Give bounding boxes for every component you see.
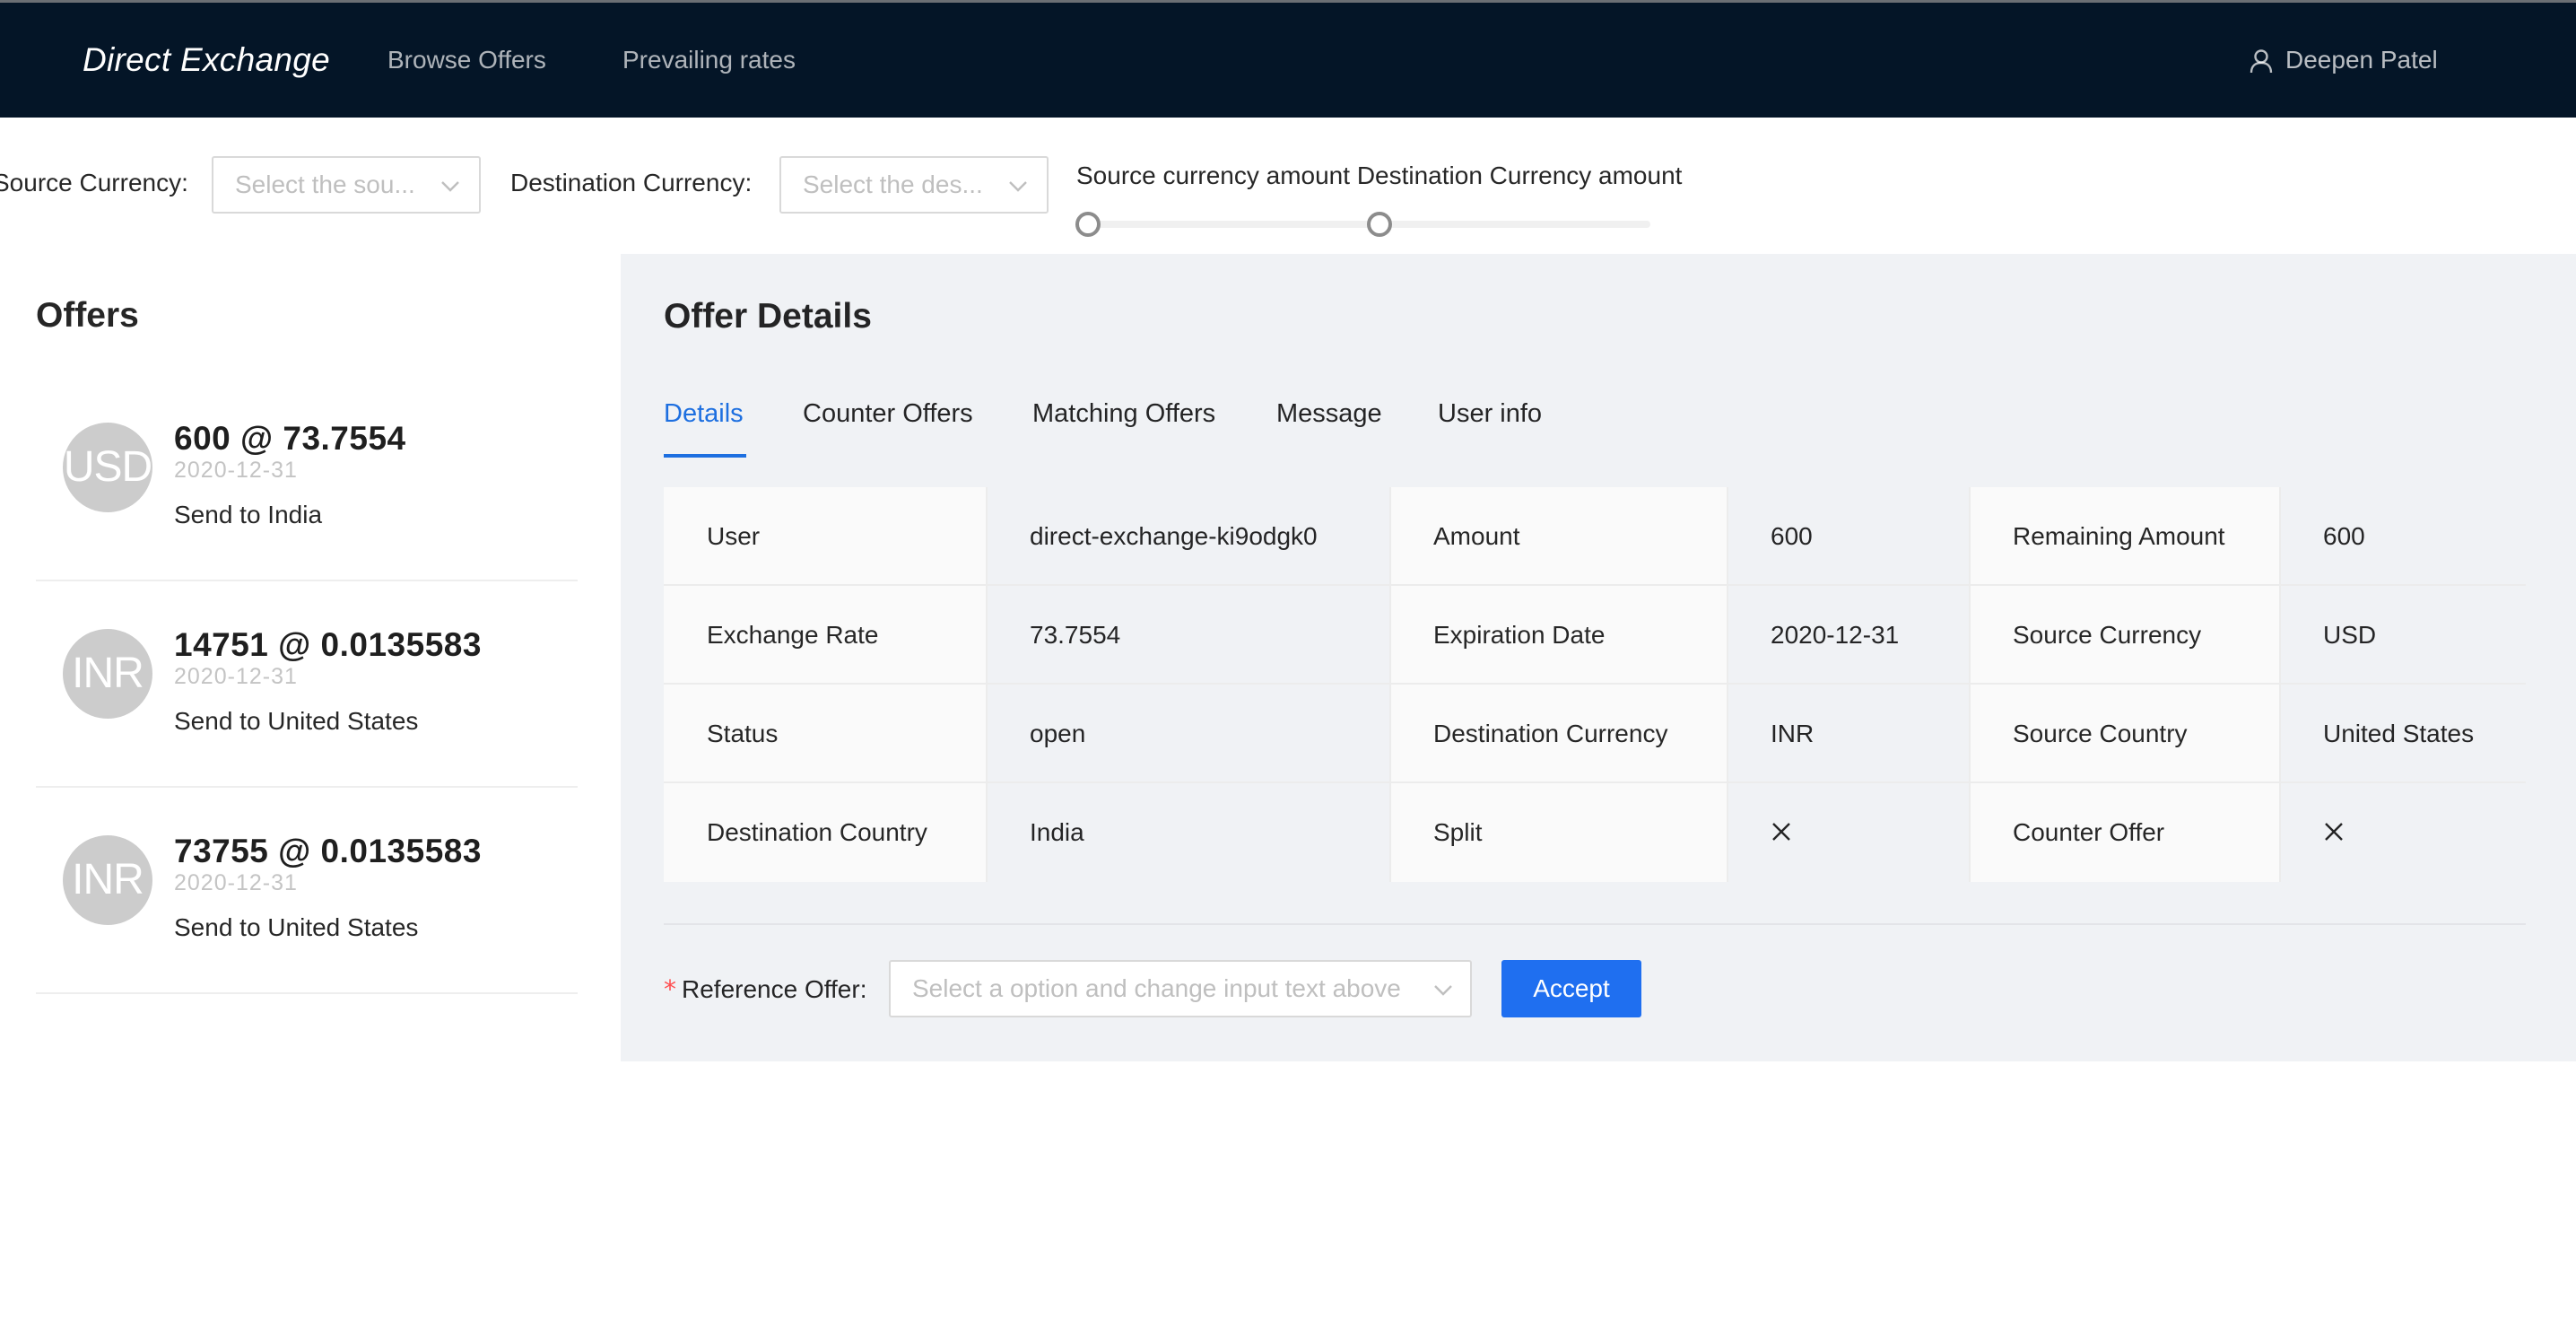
chevron-down-icon xyxy=(441,181,459,192)
reference-offer-label: * Reference Offer: xyxy=(664,974,867,1004)
destination-currency-label: Destination Currency: xyxy=(510,169,753,196)
detail-value-user: direct-exchange-ki9odgk0 xyxy=(987,487,1390,586)
detail-value-source-country: United States xyxy=(2280,685,2526,783)
currency-avatar: USD xyxy=(63,423,152,512)
detail-value-counter-offer xyxy=(2280,783,2526,882)
table-column-divider xyxy=(986,487,988,882)
destination-amount-slider-handle[interactable] xyxy=(1367,212,1392,237)
table-column-divider xyxy=(2279,487,2281,882)
offer-date: 2020-12-31 xyxy=(174,664,298,689)
offers-heading: Offers xyxy=(36,296,139,335)
table-row-divider xyxy=(664,781,2526,783)
detail-label-destination-country: Destination Country xyxy=(664,783,987,882)
offer-date: 2020-12-31 xyxy=(174,458,298,483)
detail-value-exchange-rate: 73.7554 xyxy=(987,586,1390,685)
close-icon xyxy=(1772,822,1790,841)
required-mark: * xyxy=(664,974,676,1004)
currency-avatar: INR xyxy=(63,835,152,925)
nav-browse-offers[interactable]: Browse Offers xyxy=(387,3,546,118)
detail-label-remaining-amount: Remaining Amount xyxy=(1970,487,2280,586)
detail-label-destination-currency: Destination Currency xyxy=(1390,685,1727,783)
offer-list-item[interactable]: INR 73755 @ 0.0135583 2020-12-31 Send to… xyxy=(36,788,578,994)
chevron-down-icon xyxy=(1009,181,1027,192)
reference-offer-select[interactable]: Select a option and change input text ab… xyxy=(889,960,1472,1017)
detail-label-user: User xyxy=(664,487,987,586)
source-currency-select[interactable]: Select the sou... xyxy=(212,156,481,214)
detail-value-destination-currency: INR xyxy=(1727,685,1970,783)
detail-label-split: Split xyxy=(1390,783,1727,882)
table-column-divider xyxy=(1389,487,1391,882)
offer-description: Send to United States xyxy=(174,913,419,941)
table-column-divider xyxy=(1969,487,1971,882)
close-icon xyxy=(2325,822,2343,841)
tab-message[interactable]: Message xyxy=(1276,399,1382,429)
table-column-divider xyxy=(1727,487,1728,882)
detail-label-source-country: Source Country xyxy=(1970,685,2280,783)
destination-currency-placeholder: Select the des... xyxy=(803,170,983,198)
tab-counter-offers[interactable]: Counter Offers xyxy=(803,399,973,429)
offer-list-item[interactable]: INR 14751 @ 0.0135583 2020-12-31 Send to… xyxy=(36,581,578,788)
offer-description: Send to India xyxy=(174,501,323,528)
currency-avatar: INR xyxy=(63,629,152,719)
offer-list-item[interactable]: USD 600 @ 73.7554 2020-12-31 Send to Ind… xyxy=(36,375,578,581)
user-name: Deepen Patel xyxy=(2285,46,2438,74)
detail-value-source-currency: USD xyxy=(2280,586,2526,685)
detail-label-amount: Amount xyxy=(1390,487,1727,586)
detail-value-status: open xyxy=(987,685,1390,783)
section-divider xyxy=(664,923,2526,925)
reference-offer-placeholder: Select a option and change input text ab… xyxy=(912,974,1401,1002)
offer-title: 73755 @ 0.0135583 xyxy=(174,833,482,869)
detail-value-amount: 600 xyxy=(1727,487,1970,586)
nav-prevailing-rates[interactable]: Prevailing rates xyxy=(622,3,796,118)
detail-label-counter-offer: Counter Offer xyxy=(1970,783,2280,882)
detail-value-expiration-date: 2020-12-31 xyxy=(1727,586,1970,685)
detail-value-split xyxy=(1727,783,1970,882)
top-navbar: Direct Exchange Browse Offers Prevailing… xyxy=(0,3,2576,118)
offer-date: 2020-12-31 xyxy=(174,870,298,895)
chevron-down-icon xyxy=(1434,985,1452,996)
tab-details[interactable]: Details xyxy=(664,399,744,429)
tab-user-info[interactable]: User info xyxy=(1438,399,1542,429)
amount-range-label: Source currency amount Destination Curre… xyxy=(1076,161,1683,189)
accept-button[interactable]: Accept xyxy=(1501,960,1641,1017)
detail-label-status: Status xyxy=(664,685,987,783)
offer-title: 14751 @ 0.0135583 xyxy=(174,626,482,663)
detail-label-expiration-date: Expiration Date xyxy=(1390,586,1727,685)
tab-matching-offers[interactable]: Matching Offers xyxy=(1032,399,1215,429)
active-tab-indicator xyxy=(664,454,746,458)
offer-details-heading: Offer Details xyxy=(664,297,872,336)
source-currency-placeholder: Select the sou... xyxy=(235,170,415,198)
offer-description: Send to United States xyxy=(174,707,419,735)
offer-details-table: User direct-exchange-ki9odgk0 Amount 600… xyxy=(664,487,2526,882)
destination-currency-select[interactable]: Select the des... xyxy=(779,156,1049,214)
offer-title: 600 @ 73.7554 xyxy=(174,420,406,457)
table-row-divider xyxy=(664,584,2526,586)
source-amount-slider-handle[interactable] xyxy=(1075,212,1101,237)
table-row-divider xyxy=(664,683,2526,685)
offer-details-panel: Offer Details Details Counter Offers Mat… xyxy=(621,254,2576,1061)
detail-label-exchange-rate: Exchange Rate xyxy=(664,586,987,685)
detail-value-remaining-amount: 600 xyxy=(2280,487,2526,586)
detail-label-source-currency: Source Currency xyxy=(1970,586,2280,685)
brand-logo[interactable]: Direct Exchange xyxy=(83,3,330,118)
user-menu[interactable]: Deepen Patel xyxy=(2250,3,2438,118)
user-icon xyxy=(2250,41,2273,80)
source-currency-label: Source Currency: xyxy=(0,169,188,196)
detail-value-destination-country: India xyxy=(987,783,1390,882)
